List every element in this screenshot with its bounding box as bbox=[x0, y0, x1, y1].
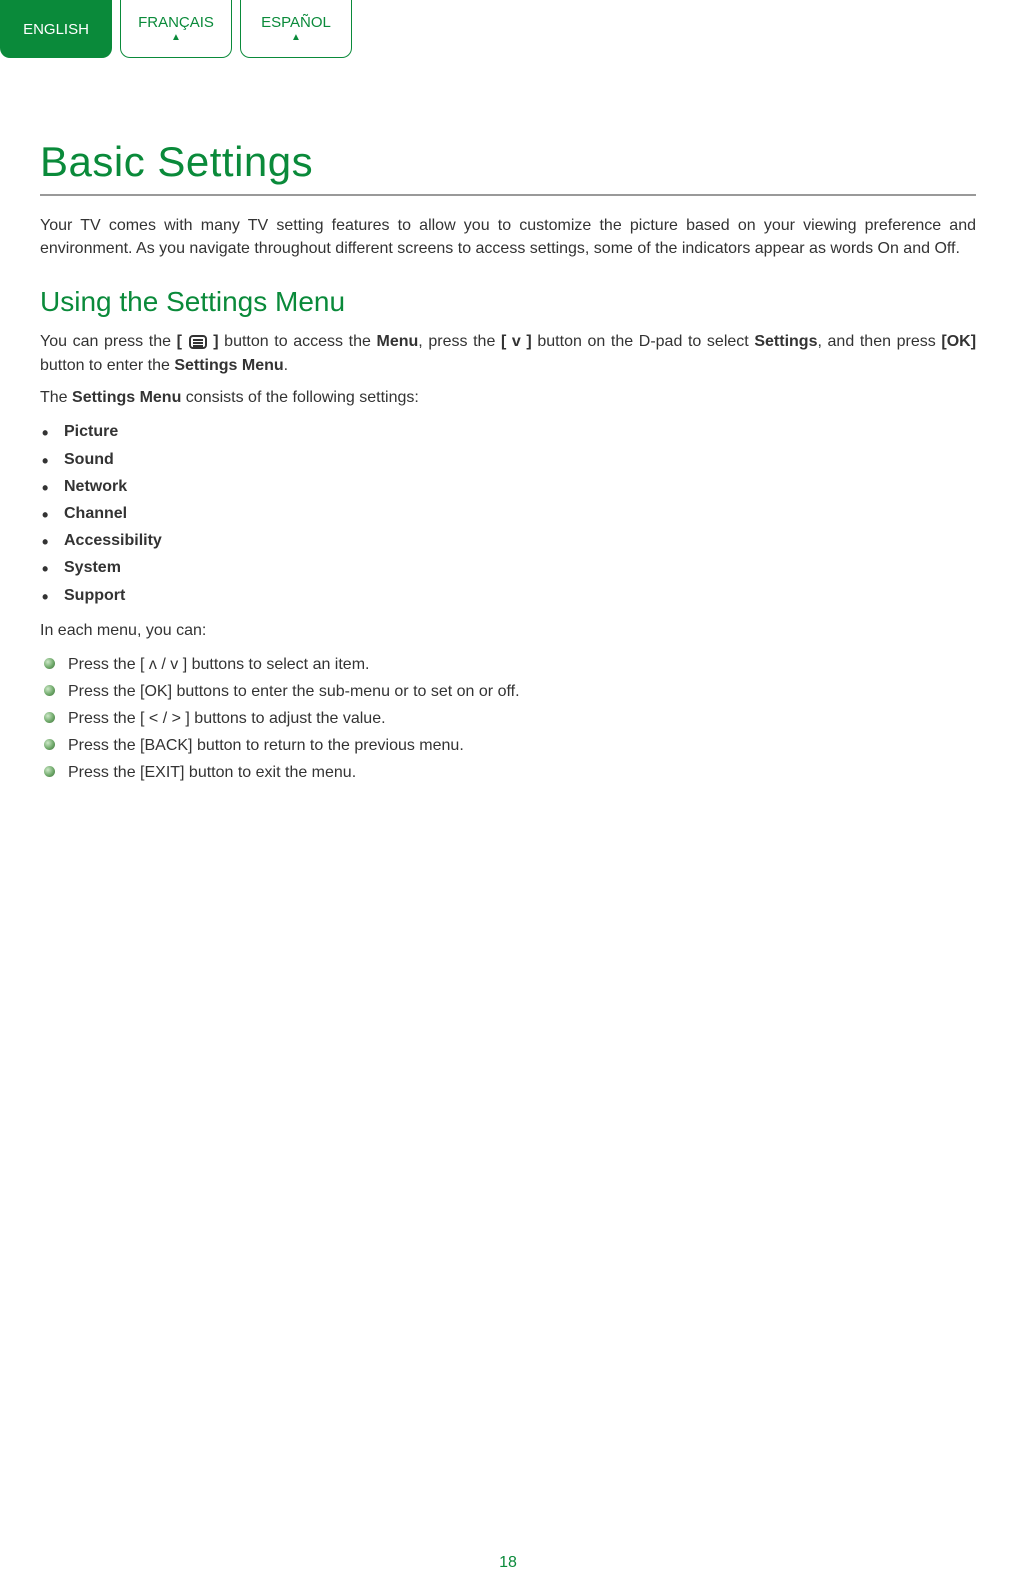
language-tabs: ENGLISH FRANÇAIS ▲ ESPAÑOL ▲ bbox=[0, 0, 1016, 58]
text: buttons to select an item. bbox=[187, 656, 369, 673]
chevron-up-icon: ▲ bbox=[291, 33, 301, 43]
text: [OK] bbox=[941, 333, 976, 350]
text: button to exit the menu. bbox=[184, 764, 356, 781]
text: consists of the following settings: bbox=[181, 389, 418, 406]
text: button to return to the previous menu. bbox=[193, 737, 464, 754]
list-item: Network bbox=[40, 473, 976, 500]
text: [ v ] bbox=[501, 333, 532, 350]
subtitle: Using the Settings Menu bbox=[40, 286, 976, 318]
menu-button-icon bbox=[189, 335, 207, 349]
consists-paragraph: The Settings Menu consists of the follow… bbox=[40, 386, 976, 410]
settings-menu-list: Picture Sound Network Channel Accessibil… bbox=[40, 418, 976, 608]
text: buttons to enter the sub-menu or to set … bbox=[172, 683, 519, 700]
tab-english-label: ENGLISH bbox=[23, 21, 89, 38]
list-item: Channel bbox=[40, 500, 976, 527]
text: Press the bbox=[68, 764, 140, 781]
chevron-up-icon: ▲ bbox=[171, 33, 181, 43]
text: button to access the bbox=[219, 333, 377, 350]
tab-english[interactable]: ENGLISH bbox=[0, 0, 112, 58]
text: Press the bbox=[68, 710, 140, 727]
text: button on the D-pad to select bbox=[532, 333, 755, 350]
text: . bbox=[284, 357, 288, 374]
list-item: Sound bbox=[40, 446, 976, 473]
list-item: Press the [OK] buttons to enter the sub-… bbox=[40, 678, 976, 705]
tab-espanol[interactable]: ESPAÑOL ▲ bbox=[240, 0, 352, 58]
text: Press the bbox=[68, 656, 140, 673]
text: Settings Menu bbox=[72, 389, 181, 406]
tab-francais[interactable]: FRANÇAIS ▲ bbox=[120, 0, 232, 58]
list-item: Accessibility bbox=[40, 527, 976, 554]
title-divider bbox=[40, 194, 976, 196]
text: [EXIT] bbox=[140, 764, 184, 781]
text: [OK] bbox=[140, 683, 172, 700]
tab-francais-label: FRANÇAIS bbox=[138, 14, 214, 31]
text: Press the bbox=[68, 683, 140, 700]
text: You can press the bbox=[40, 333, 177, 350]
text: Menu bbox=[377, 333, 419, 350]
list-item: Press the [ < / > ] buttons to adjust th… bbox=[40, 705, 976, 732]
text: [BACK] bbox=[140, 737, 192, 754]
list-item: Press the [EXIT] button to exit the menu… bbox=[40, 759, 976, 786]
list-item: Picture bbox=[40, 418, 976, 445]
access-paragraph: You can press the [ ] button to access t… bbox=[40, 330, 976, 378]
text: ] bbox=[208, 333, 219, 350]
text: [ ʌ / v ] bbox=[140, 656, 187, 673]
text: [ < / > ] bbox=[140, 710, 190, 727]
text: , press the bbox=[418, 333, 501, 350]
text: buttons to adjust the value. bbox=[190, 710, 386, 727]
list-item: Support bbox=[40, 582, 976, 609]
page-title: Basic Settings bbox=[40, 138, 976, 186]
page-number: 18 bbox=[0, 1554, 1016, 1572]
text: Press the bbox=[68, 737, 140, 754]
page-content: Basic Settings Your TV comes with many T… bbox=[0, 58, 1016, 827]
text: [ bbox=[177, 333, 188, 350]
tab-espanol-label: ESPAÑOL bbox=[261, 14, 331, 31]
text: The bbox=[40, 389, 72, 406]
intro-text: Your TV comes with many TV setting featu… bbox=[40, 214, 976, 260]
text: , and then press bbox=[817, 333, 941, 350]
text: button to enter the bbox=[40, 357, 174, 374]
text: Settings Menu bbox=[174, 357, 283, 374]
text: Settings bbox=[754, 333, 817, 350]
actions-list: Press the [ ʌ / v ] buttons to select an… bbox=[40, 651, 976, 787]
in-each-text: In each menu, you can: bbox=[40, 619, 976, 643]
list-item: Press the [BACK] button to return to the… bbox=[40, 732, 976, 759]
list-item: System bbox=[40, 554, 976, 581]
list-item: Press the [ ʌ / v ] buttons to select an… bbox=[40, 651, 976, 678]
